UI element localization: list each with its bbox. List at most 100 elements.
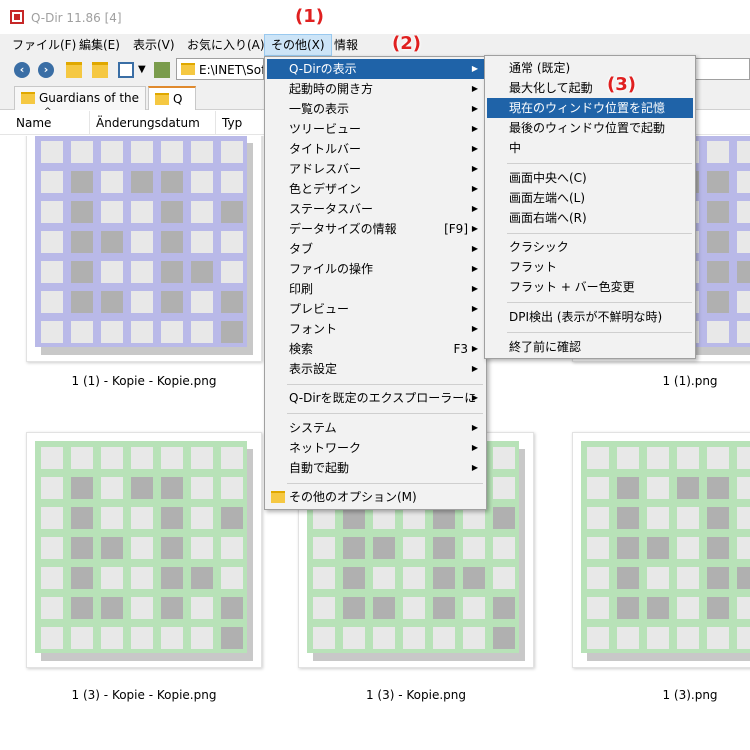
menu-item-label: 表示設定 — [289, 362, 338, 376]
thumbnail-pixel — [677, 627, 699, 649]
menu-item-addressbar[interactable]: アドレスバー ▶ — [267, 159, 484, 179]
menu-item-autostart[interactable]: 自動で起動 ▶ — [267, 458, 484, 478]
thumbnail-pixel — [101, 537, 123, 559]
menu-item-titlebar[interactable]: タイトルバー ▶ — [267, 139, 484, 159]
submenu-arrow-icon: ▶ — [471, 84, 478, 93]
file-caption[interactable]: 1 (3) - Kopie.png — [298, 688, 534, 702]
submenu-item-flat-color[interactable]: フラット + バー色変更 — [487, 277, 693, 297]
thumbnail-pixel — [433, 567, 455, 589]
menu-favorites[interactable]: お気に入り(A) — [181, 34, 271, 56]
submenu-arrow-icon: ▶ — [471, 443, 478, 452]
submenu-item-flat[interactable]: フラット — [487, 257, 693, 277]
menu-item-file-ops[interactable]: ファイルの操作 ▶ — [267, 259, 484, 279]
callout-1: (1) — [295, 6, 324, 27]
menu-item-label: ツリービュー — [289, 122, 362, 136]
file-caption[interactable]: 1 (1) - Kopie - Kopie.png — [26, 374, 262, 388]
menu-extras[interactable]: その他(X) — [264, 34, 332, 56]
submenu-item-dpi[interactable]: DPI検出 (表示が不鮮明な時) — [487, 307, 693, 327]
submenu-item-left[interactable]: 画面左端へ(L) — [487, 188, 693, 208]
forward-arrow-icon[interactable]: › — [38, 62, 54, 78]
menu-item-label: タイトルバー — [289, 142, 362, 156]
file-caption[interactable]: 1 (1).png — [572, 374, 750, 388]
menu-item-search[interactable]: 検索 F3 ▶ — [267, 339, 484, 359]
thumbnail-pixel — [161, 567, 183, 589]
folder-icon — [155, 93, 169, 105]
menu-item-system[interactable]: システム ▶ — [267, 418, 484, 438]
submenu-item-center[interactable]: 画面中央へ(C) — [487, 168, 693, 188]
menu-view[interactable]: 表示(V) — [127, 34, 181, 56]
menu-item-other-options[interactable]: その他のオプション(M) — [267, 487, 484, 507]
menu-item-network[interactable]: ネットワーク ▶ — [267, 438, 484, 458]
submenu-arrow-icon: ▶ — [471, 184, 478, 193]
qdir-app-icon — [10, 10, 24, 24]
submenu-arrow-icon: ▶ — [471, 463, 478, 472]
view-mode-icon[interactable] — [118, 62, 134, 78]
menu-item-startup[interactable]: 起動時の開き方 ▶ — [267, 79, 484, 99]
menu-info[interactable]: 情報 — [328, 34, 364, 56]
new-folder-icon[interactable] — [92, 62, 108, 78]
menu-item-tabs[interactable]: タブ ▶ — [267, 239, 484, 259]
thumbnail-pixel — [71, 537, 93, 559]
tab-guardians[interactable]: Guardians of the ... — [14, 86, 146, 127]
thumbnail-pixel — [71, 141, 93, 163]
submenu-item-normal[interactable]: 通常 (既定) — [487, 58, 693, 78]
view-dropdown-icon[interactable]: ▼ — [138, 64, 146, 75]
menu-item-qdir-display[interactable]: Q-Dirの表示 ▶ — [267, 59, 484, 79]
menu-item-preview[interactable]: プレビュー ▶ — [267, 299, 484, 319]
thumbnail-pixel — [737, 447, 750, 469]
thumbnail-pixel — [101, 507, 123, 529]
file-caption[interactable]: 1 (3).png — [572, 688, 750, 702]
folder-up-icon[interactable] — [66, 62, 82, 78]
submenu-item-medium[interactable]: 中 — [487, 138, 693, 158]
thumbnail-pixel — [41, 231, 63, 253]
submenu-item-classic[interactable]: クラシック — [487, 237, 693, 257]
thumbnail-3[interactable] — [26, 432, 262, 668]
thumbnail-pixel — [737, 261, 750, 283]
menu-file[interactable]: ファイル(F) — [6, 34, 82, 56]
address-bar-end[interactable] — [694, 58, 750, 80]
menu-item-list-view[interactable]: 一覧の表示 ▶ — [267, 99, 484, 119]
column-type[interactable]: Typ — [216, 111, 266, 135]
file-caption[interactable]: 1 (3) - Kopie - Kopie.png — [26, 688, 262, 702]
thumbnail-pixel — [161, 597, 183, 619]
submenu-item-confirm-exit[interactable]: 終了前に確認 — [487, 337, 693, 357]
submenu-item-remember-position[interactable]: 現在のウィンドウ位置を記憶 — [487, 98, 693, 118]
menu-item-print[interactable]: 印刷 ▶ — [267, 279, 484, 299]
column-date[interactable]: Änderungsdatum — [90, 111, 216, 135]
thumbnail-5[interactable] — [572, 432, 750, 668]
address-bar[interactable]: E:\INET\Soft — [176, 58, 264, 80]
folder-icon — [271, 491, 285, 503]
menu-item-default-explorer[interactable]: Q-Dirを既定のエクスプローラーに ▶ — [267, 388, 484, 408]
submenu-item-last-position[interactable]: 最後のウィンドウ位置で起動 — [487, 118, 693, 138]
menu-separator — [507, 233, 692, 234]
thumbnail-pixel — [587, 537, 609, 559]
menu-edit[interactable]: 編集(E) — [73, 34, 126, 56]
thumbnail-image — [581, 441, 750, 653]
menu-item-font[interactable]: フォント ▶ — [267, 319, 484, 339]
submenu-item-right[interactable]: 画面右端へ(R) — [487, 208, 693, 228]
thumbnail-pixel — [131, 141, 153, 163]
thumbnail-pixel — [71, 171, 93, 193]
thumbnail-1[interactable] — [26, 136, 262, 362]
back-arrow-icon[interactable]: ‹ — [14, 62, 30, 78]
thumbnail-pixel — [221, 477, 243, 499]
thumbnail-pixel — [131, 537, 153, 559]
tab-q[interactable]: Q — [148, 86, 196, 110]
menu-item-treeview[interactable]: ツリービュー ▶ — [267, 119, 484, 139]
menu-item-colors[interactable]: 色とデザイン ▶ — [267, 179, 484, 199]
thumbnail-pixel — [41, 537, 63, 559]
thumbnail-pixel — [191, 171, 213, 193]
tools-icon[interactable] — [154, 62, 170, 78]
thumbnail-pixel — [41, 477, 63, 499]
thumbnail-pixel — [707, 507, 729, 529]
menu-item-label: データサイズの情報 — [289, 222, 397, 236]
menu-item-label: Q-Dirを既定のエクスプローラーに — [289, 391, 477, 405]
menu-item-datasize[interactable]: データサイズの情報 [F9] ▶ — [267, 219, 484, 239]
thumbnail-pixel — [617, 477, 639, 499]
thumbnail-pixel — [403, 597, 425, 619]
submenu-item-maximized[interactable]: 最大化して起動 — [487, 78, 693, 98]
thumbnail-pixel — [131, 627, 153, 649]
thumbnail-pixel — [493, 567, 515, 589]
menu-item-display-settings[interactable]: 表示設定 ▶ — [267, 359, 484, 379]
menu-item-statusbar[interactable]: ステータスバー ▶ — [267, 199, 484, 219]
